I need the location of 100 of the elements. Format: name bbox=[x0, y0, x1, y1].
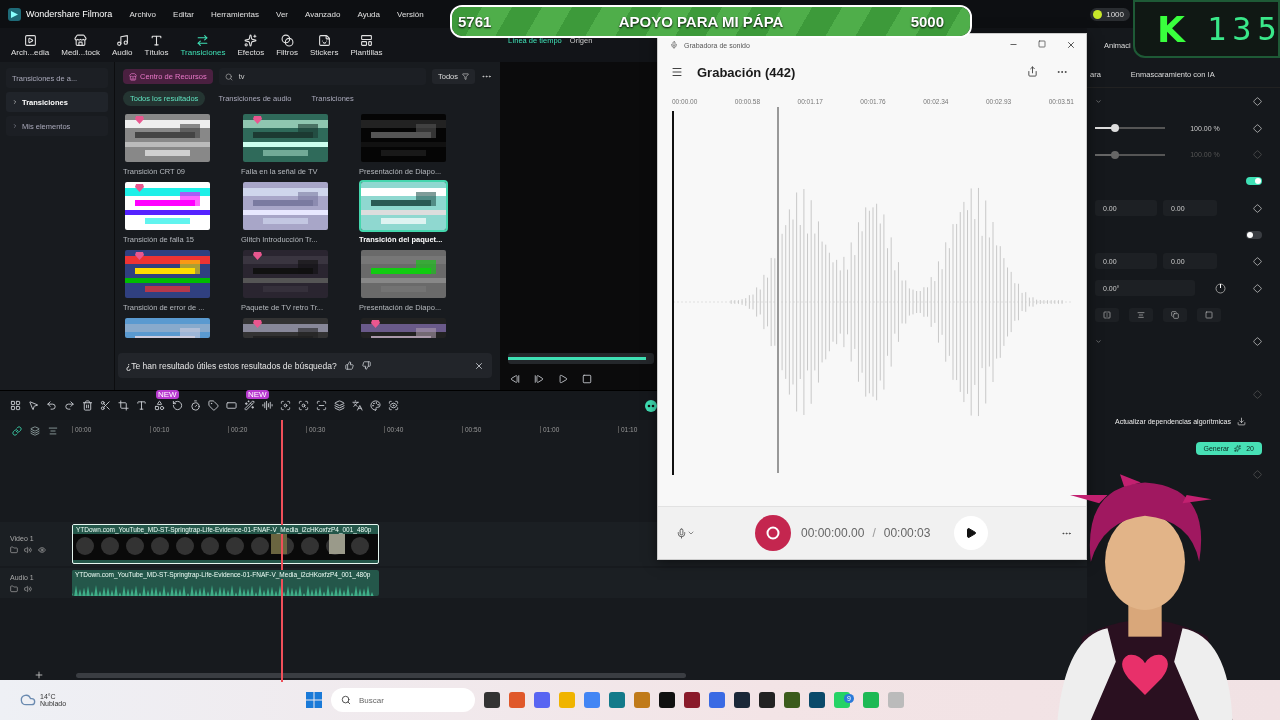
new-badge: NEW bbox=[156, 390, 179, 399]
toolbar-tab[interactable]: Plantillas bbox=[345, 33, 388, 57]
dial-icon[interactable] bbox=[1215, 282, 1226, 294]
grid-icon[interactable] bbox=[10, 400, 21, 411]
scan-eye-icon[interactable] bbox=[388, 400, 399, 411]
playback-progress[interactable] bbox=[508, 353, 654, 364]
focus-icon[interactable] bbox=[280, 400, 291, 411]
template-icon bbox=[359, 33, 373, 47]
cloud-icon[interactable] bbox=[20, 692, 36, 708]
credits-badge[interactable]: 1000 bbox=[1090, 7, 1130, 21]
menu-item[interactable]: Avanzado bbox=[305, 9, 341, 19]
scan-search-icon[interactable] bbox=[298, 400, 309, 411]
gem-icon bbox=[253, 116, 262, 124]
link-icon[interactable] bbox=[12, 426, 22, 436]
menu-item[interactable]: Editar bbox=[173, 9, 194, 19]
toolbar-tab[interactable]: Stickers bbox=[304, 33, 344, 57]
menu-item[interactable]: Herramientas bbox=[210, 9, 259, 19]
layers-icon[interactable] bbox=[334, 400, 345, 411]
square-icon bbox=[1205, 310, 1213, 319]
toolbar-tab[interactable]: Títulos bbox=[139, 33, 174, 57]
previous-frame-icon[interactable] bbox=[510, 374, 520, 384]
menu-item[interactable]: Ver bbox=[276, 9, 288, 19]
translate-icon[interactable] bbox=[352, 400, 363, 411]
store-icon bbox=[129, 72, 137, 81]
counter-value: 135 bbox=[1206, 10, 1280, 48]
chevron-icon bbox=[12, 99, 18, 105]
chevron-icon[interactable] bbox=[1095, 338, 1102, 346]
taskbar-search-field[interactable]: Buscar bbox=[331, 688, 475, 712]
gem-icon bbox=[135, 252, 144, 260]
pointer-icon[interactable] bbox=[28, 400, 39, 411]
download-icon[interactable] bbox=[1236, 417, 1246, 427]
eye-icon[interactable] bbox=[38, 545, 46, 554]
goal-target: 5000 bbox=[910, 13, 944, 30]
play-button[interactable] bbox=[954, 516, 989, 550]
slider-thumb[interactable] bbox=[1110, 124, 1119, 133]
toolbar-tab[interactable]: Medi...tock bbox=[56, 33, 105, 57]
menu-item[interactable]: Versión bbox=[397, 9, 424, 19]
crop-icon[interactable] bbox=[118, 400, 129, 411]
rectangle-icon[interactable] bbox=[226, 400, 237, 411]
redo-icon[interactable] bbox=[64, 400, 75, 411]
text-icon[interactable] bbox=[136, 400, 147, 411]
feedback-question: ¿Te han resultado útiles estos resultados de búsqueda? bbox=[126, 360, 337, 371]
menu-item[interactable]: Ayuda bbox=[357, 9, 380, 19]
new-badge: NEW bbox=[246, 390, 269, 399]
toolbar-tab[interactable]: Efectos bbox=[232, 33, 270, 57]
close-icon[interactable] bbox=[474, 360, 484, 371]
chevron-icon[interactable] bbox=[687, 529, 695, 537]
add-icon[interactable] bbox=[34, 670, 44, 680]
rotate-icon[interactable] bbox=[172, 400, 183, 411]
elapsed-time: 00:00:00.00 bbox=[801, 526, 865, 540]
timer-icon[interactable] bbox=[190, 400, 201, 411]
robot-icon[interactable] bbox=[645, 399, 657, 412]
slider-track[interactable] bbox=[1095, 153, 1165, 156]
start-icon[interactable] bbox=[306, 692, 322, 708]
next-frame-icon[interactable] bbox=[534, 374, 544, 384]
tag-icon[interactable] bbox=[208, 400, 219, 411]
trash-icon[interactable] bbox=[82, 400, 93, 411]
chevron-icon[interactable] bbox=[1095, 97, 1102, 105]
app-title: Wondershare Filmora bbox=[26, 9, 113, 19]
stop-icon[interactable] bbox=[582, 374, 592, 384]
record-button[interactable] bbox=[755, 515, 791, 551]
transform-button[interactable] bbox=[1129, 307, 1153, 322]
wand-icon[interactable] bbox=[244, 400, 255, 411]
align-icon[interactable] bbox=[48, 426, 58, 436]
thumbs-up-icon[interactable] bbox=[344, 361, 354, 370]
toggle-switch[interactable] bbox=[1246, 177, 1262, 186]
audio-icon[interactable] bbox=[262, 400, 273, 411]
close-icon[interactable] bbox=[1066, 40, 1076, 50]
copy-icon bbox=[1171, 310, 1179, 319]
scan-line-icon[interactable] bbox=[316, 400, 327, 411]
scissors-icon[interactable] bbox=[100, 400, 111, 411]
palette-icon[interactable] bbox=[370, 400, 381, 411]
toolbar-tab[interactable]: Filtros bbox=[271, 33, 303, 57]
sparkle-icon bbox=[1234, 444, 1242, 452]
transform-button[interactable] bbox=[1163, 307, 1187, 322]
music-note-icon bbox=[115, 33, 129, 47]
toolbar-tab[interactable]: Arch...edia bbox=[6, 33, 55, 57]
search-icon bbox=[341, 695, 351, 705]
gem-icon bbox=[135, 116, 144, 124]
thumbs-down-icon[interactable] bbox=[361, 361, 371, 370]
app-logo-icon bbox=[8, 7, 21, 21]
track-icon[interactable] bbox=[30, 426, 40, 436]
toolbar-tab[interactable]: Transiciones bbox=[175, 33, 231, 57]
speaker-icon[interactable] bbox=[24, 545, 32, 554]
filter-icon bbox=[462, 73, 469, 80]
menu-icon[interactable] bbox=[671, 66, 683, 78]
share-icon[interactable] bbox=[1027, 66, 1038, 77]
arrows-icon bbox=[196, 33, 210, 47]
gem-icon bbox=[253, 320, 262, 328]
toolbar-tab[interactable]: Audio bbox=[106, 33, 138, 57]
speaker-icon[interactable] bbox=[24, 584, 32, 593]
maximize-icon[interactable] bbox=[1038, 40, 1046, 48]
counter-logo: K bbox=[1157, 8, 1185, 50]
store-icon bbox=[74, 33, 88, 47]
slider-track[interactable] bbox=[1095, 127, 1165, 130]
menu-item[interactable]: Archivo bbox=[129, 9, 157, 19]
shapes-icon[interactable] bbox=[154, 400, 165, 411]
toggle-switch[interactable] bbox=[1246, 230, 1262, 239]
scrollbar[interactable] bbox=[76, 673, 686, 678]
undo-icon[interactable] bbox=[46, 400, 57, 411]
